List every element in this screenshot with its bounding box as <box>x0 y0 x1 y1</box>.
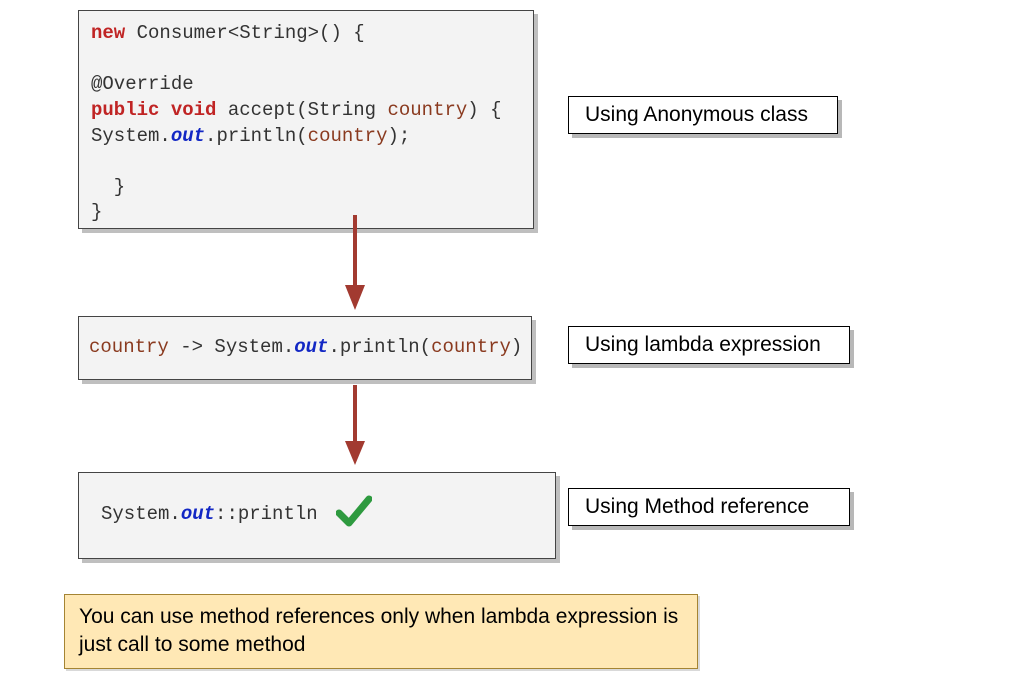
label-lambda: Using lambda expression <box>568 326 850 364</box>
code-box-methodref: System.out::println <box>78 472 556 559</box>
arg-country1: country <box>308 125 388 147</box>
diagram-canvas: new Consumer<String>() { @Override publi… <box>0 0 1024 679</box>
txt-consumer: Consumer<String>() { <box>125 22 364 44</box>
kw-new: new <box>91 22 125 44</box>
label-anonymous: Using Anonymous class <box>568 96 838 134</box>
note-callout: You can use method references only when … <box>64 594 698 669</box>
brace-outer: } <box>91 201 102 223</box>
lambda-print: .println( <box>328 336 431 358</box>
lambda-close: ) <box>511 336 522 358</box>
out1: out <box>171 125 205 147</box>
kw-void: void <box>171 99 217 121</box>
code-box-anonymous: new Consumer<String>() { @Override publi… <box>78 10 534 229</box>
lambda-country: country <box>89 336 169 358</box>
brace-inner: } <box>91 176 125 198</box>
dcolon: ::println <box>215 503 318 525</box>
check-icon <box>336 495 372 536</box>
arrow-down-icon <box>345 385 365 465</box>
close-call1: ); <box>388 125 411 147</box>
label-methodref: Using Method reference <box>568 488 850 526</box>
arrow-down-icon <box>345 215 365 310</box>
out2: out <box>294 336 328 358</box>
param-country: country <box>387 99 467 121</box>
out3: out <box>181 503 215 525</box>
kw-public: public <box>91 99 159 121</box>
code-box-lambda: country -> System.out.println(country) <box>78 316 532 380</box>
println1: .println( <box>205 125 308 147</box>
lambda-arrow: -> System. <box>169 336 294 358</box>
anno-override: @Override <box>91 73 194 95</box>
sys3: System. <box>101 503 181 525</box>
accept-open: accept(String <box>216 99 387 121</box>
sys1: System. <box>91 125 171 147</box>
accept-close: ) { <box>467 99 501 121</box>
lambda-country2: country <box>431 336 511 358</box>
